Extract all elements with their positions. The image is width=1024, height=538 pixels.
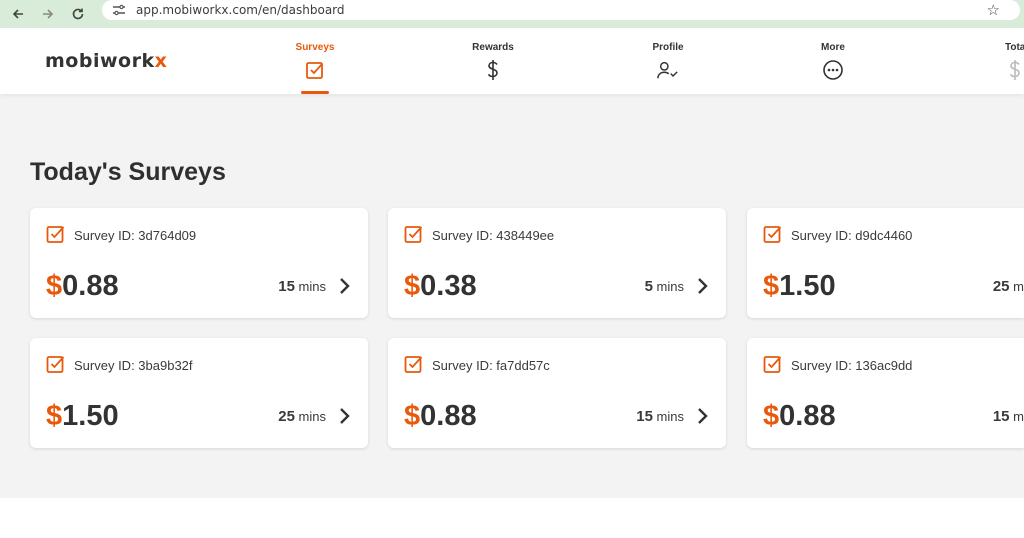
nav-surveys-label: Surveys bbox=[295, 42, 335, 53]
survey-card[interactable]: Survey ID: 438449ee $0.38 5 mins bbox=[388, 208, 726, 318]
nav-rewards-label: Rewards bbox=[472, 42, 514, 53]
page-title: Today's Surveys bbox=[30, 158, 226, 186]
survey-duration: 5 mins bbox=[644, 278, 684, 295]
nav-profile-label: Profile bbox=[652, 42, 684, 53]
active-tab-indicator bbox=[301, 91, 329, 94]
chevron-right-icon[interactable] bbox=[696, 276, 710, 296]
survey-duration: 15 mins bbox=[636, 408, 684, 425]
survey-duration: 15 mins bbox=[278, 278, 326, 295]
nav-rewards[interactable]: Rewards bbox=[453, 42, 533, 94]
app-shell: mobiworkx Surveys Rewards Profile More T… bbox=[0, 28, 1024, 498]
dollar-icon bbox=[1004, 59, 1024, 81]
nav-surveys[interactable]: Surveys bbox=[275, 42, 355, 94]
nav-total-label: Tota bbox=[1005, 42, 1024, 53]
survey-reward: $0.88 bbox=[46, 270, 119, 302]
forward-arrow-icon bbox=[43, 9, 54, 19]
survey-duration: 15 m bbox=[992, 408, 1024, 425]
bookmark-star-icon[interactable]: ☆ bbox=[987, 1, 1000, 19]
survey-id: Survey ID: 3d764d09 bbox=[74, 228, 197, 243]
nav-total[interactable]: Tota bbox=[976, 42, 1024, 94]
reload-icon bbox=[72, 8, 84, 20]
survey-reward: $0.88 bbox=[763, 400, 836, 432]
nav-more-label: More bbox=[821, 42, 845, 53]
site-info-icon[interactable] bbox=[110, 3, 128, 17]
reload-button[interactable] bbox=[66, 4, 90, 24]
survey-id: Survey ID: 136ac9dd bbox=[791, 358, 913, 373]
nav-more[interactable]: More bbox=[793, 42, 873, 94]
survey-reward: $0.88 bbox=[404, 400, 477, 432]
survey-check-icon bbox=[46, 224, 66, 244]
chevron-right-icon[interactable] bbox=[338, 276, 352, 296]
survey-check-icon bbox=[404, 224, 424, 244]
survey-reward: $1.50 bbox=[46, 400, 119, 432]
survey-id: Survey ID: d9dc4460 bbox=[791, 228, 913, 243]
more-dots-icon bbox=[822, 59, 844, 81]
survey-check-icon bbox=[763, 224, 783, 244]
brand-logo[interactable]: mobiworkx bbox=[45, 50, 167, 72]
browser-toolbar: app.mobiworkx.com/en/dashboard ☆ bbox=[0, 0, 1024, 28]
survey-duration: 25 mins bbox=[278, 408, 326, 425]
chevron-right-icon[interactable] bbox=[696, 406, 710, 426]
survey-id: Survey ID: 3ba9b32f bbox=[74, 358, 193, 373]
top-navigation: mobiworkx Surveys Rewards Profile More T… bbox=[0, 28, 1024, 94]
survey-check-icon bbox=[763, 354, 783, 374]
survey-id: Survey ID: 438449ee bbox=[432, 228, 555, 243]
profile-check-icon bbox=[657, 59, 679, 81]
survey-card[interactable]: Survey ID: 3d764d09 $0.88 15 mins bbox=[30, 208, 368, 318]
survey-duration: 25 m bbox=[992, 278, 1024, 295]
survey-card[interactable]: Survey ID: fa7dd57c $0.88 15 mins bbox=[388, 338, 726, 448]
survey-reward: $1.50 bbox=[763, 270, 836, 302]
url-text[interactable]: app.mobiworkx.com/en/dashboard bbox=[136, 3, 345, 17]
survey-check-icon bbox=[404, 354, 424, 374]
survey-card[interactable]: Survey ID: 136ac9dd $0.88 15 m bbox=[747, 338, 1024, 448]
chevron-right-icon[interactable] bbox=[338, 406, 352, 426]
back-arrow-icon bbox=[12, 9, 23, 19]
survey-card[interactable]: Survey ID: d9dc4460 $1.50 25 m bbox=[747, 208, 1024, 318]
survey-id: Survey ID: fa7dd57c bbox=[432, 358, 550, 373]
forward-button[interactable] bbox=[36, 4, 60, 24]
nav-profile[interactable]: Profile bbox=[628, 42, 708, 94]
address-bar[interactable]: app.mobiworkx.com/en/dashboard ☆ bbox=[102, 0, 1020, 20]
dollar-icon bbox=[482, 59, 504, 81]
survey-reward: $0.38 bbox=[404, 270, 477, 302]
back-button[interactable] bbox=[6, 4, 30, 24]
survey-check-icon bbox=[304, 59, 326, 81]
survey-check-icon bbox=[46, 354, 66, 374]
survey-card[interactable]: Survey ID: 3ba9b32f $1.50 25 mins bbox=[30, 338, 368, 448]
